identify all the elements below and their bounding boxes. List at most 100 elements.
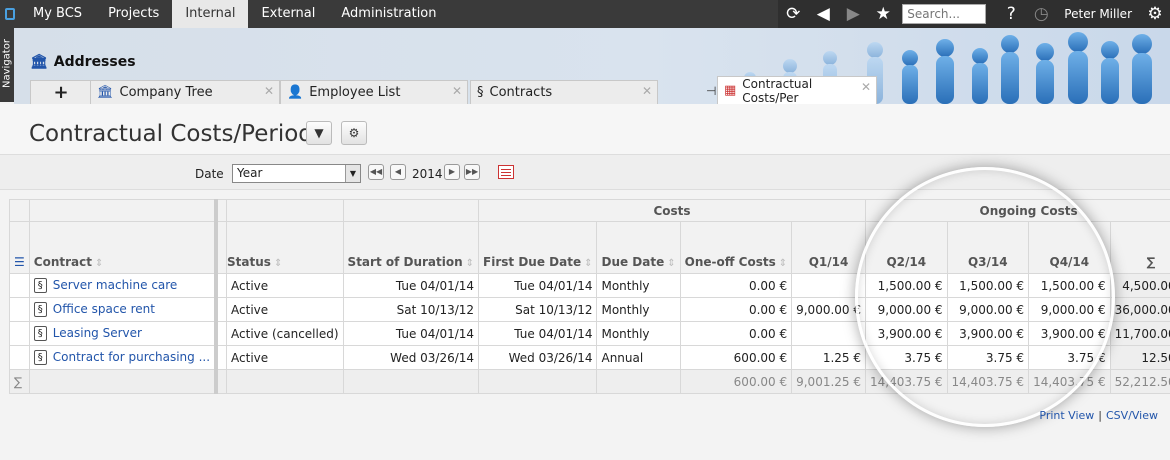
q1-cell bbox=[791, 273, 866, 298]
col-header-contract[interactable]: Contract ⇕ bbox=[28, 221, 216, 274]
col-header-q4[interactable]: Q4/14 bbox=[1028, 221, 1111, 274]
star-icon[interactable]: ★ bbox=[868, 4, 898, 24]
col-header-q3[interactable]: Q3/14 bbox=[946, 221, 1030, 274]
contract-link[interactable]: Contract for purchasing ... bbox=[53, 350, 210, 364]
report-icon: ▦ bbox=[724, 83, 737, 98]
q2-cell: 3,900.00 € bbox=[865, 321, 948, 346]
first-period-button[interactable]: ◀◀ bbox=[368, 164, 384, 180]
start-cell: Tue 04/01/14 bbox=[342, 273, 480, 298]
table-row[interactable]: § Contract for purchasing ... Active Wed … bbox=[9, 345, 1170, 370]
nav-my-bcs[interactable]: My BCS bbox=[20, 0, 95, 28]
building-icon: 🏛 bbox=[30, 54, 48, 70]
col-header-oneoff[interactable]: One-off Costs ⇕ bbox=[679, 221, 793, 274]
gear-icon[interactable]: ⚙ bbox=[1140, 4, 1170, 24]
col-header-q1[interactable]: Q1/14 bbox=[791, 221, 866, 274]
col-header-start[interactable]: Start of Duration ⇕ bbox=[342, 221, 480, 274]
footer-links: Print View | CSV/View bbox=[1039, 409, 1158, 422]
tab-bar: + 🏛 Company Tree ✕ 👤 Employee List ✕ § C… bbox=[14, 76, 1170, 105]
print-view-link[interactable]: Print View bbox=[1039, 409, 1094, 422]
contract-link[interactable]: Leasing Server bbox=[53, 326, 142, 340]
total-oneoff: 600.00 € bbox=[679, 369, 793, 394]
close-icon[interactable]: ✕ bbox=[452, 84, 462, 98]
contract-costs-table: Costs Ongoing Costs ☰ Contract ⇕ Status ⇕ … bbox=[9, 199, 1170, 394]
close-icon[interactable]: ✕ bbox=[861, 80, 871, 94]
status-cell: Active bbox=[226, 297, 344, 322]
q3-cell: 3,900.00 € bbox=[946, 321, 1030, 346]
q2-cell: 1,500.00 € bbox=[865, 273, 948, 298]
top-navigation-bar: My BCS Projects Internal External Admini… bbox=[0, 0, 1170, 28]
prev-period-button[interactable]: ◀ bbox=[390, 164, 406, 180]
nav-internal[interactable]: Internal bbox=[172, 0, 249, 28]
help-icon[interactable]: ? bbox=[996, 4, 1026, 24]
person-icon: 👤 bbox=[287, 85, 304, 100]
date-select[interactable]: Year ▼ bbox=[232, 164, 361, 183]
settings-button[interactable]: ⚙ bbox=[341, 121, 367, 145]
nav-external[interactable]: External bbox=[248, 0, 328, 28]
nav-administration[interactable]: Administration bbox=[328, 0, 449, 28]
filter-bar: Date Year ▼ ◀◀ ◀ 2014 ▶ ▶▶ bbox=[0, 154, 1170, 190]
column-chooser-icon[interactable]: ☰ bbox=[9, 221, 30, 274]
col-header-due[interactable]: Due Date ⇕ bbox=[596, 221, 681, 274]
q3-cell: 3.75 € bbox=[946, 345, 1030, 370]
contract-cell[interactable]: § Server machine care bbox=[28, 273, 216, 298]
csv-view-link[interactable]: CSV/View bbox=[1106, 409, 1158, 422]
contract-link[interactable]: Server machine care bbox=[53, 278, 178, 292]
sort-icon: ⇕ bbox=[465, 258, 475, 269]
col-header-first-due[interactable]: First Due Date ⇕ bbox=[478, 221, 598, 274]
oneoff-cell: 600.00 € bbox=[679, 345, 793, 370]
tab-label: Contracts bbox=[489, 85, 553, 100]
group-header-ongoing: Ongoing Costs bbox=[864, 199, 1170, 222]
navigator-toggle[interactable]: Navigator bbox=[0, 28, 14, 102]
q3-cell: 9,000.00 € bbox=[946, 297, 1030, 322]
dropdown-button[interactable]: ▼ bbox=[306, 121, 332, 145]
back-icon[interactable]: ◀ bbox=[808, 4, 838, 24]
close-icon[interactable]: ✕ bbox=[264, 84, 274, 98]
section-icon: § bbox=[33, 350, 47, 365]
q1-cell: 1.25 € bbox=[791, 345, 866, 370]
total-q3: 14,403.75 € bbox=[946, 369, 1030, 394]
calendar-icon[interactable] bbox=[498, 165, 514, 179]
section-icon: § bbox=[477, 85, 484, 100]
due-cell: Monthly bbox=[596, 321, 681, 346]
first-due-cell: Wed 03/26/14 bbox=[478, 345, 598, 370]
forward-icon[interactable]: ▶ bbox=[838, 4, 868, 24]
contract-cell[interactable]: § Leasing Server bbox=[28, 321, 216, 346]
due-cell: Monthly bbox=[596, 297, 681, 322]
col-header-q2[interactable]: Q2/14 bbox=[865, 221, 948, 274]
status-cell: Active bbox=[226, 273, 344, 298]
contract-cell[interactable]: § Contract for purchasing ... bbox=[28, 345, 216, 370]
footer-separator: | bbox=[1098, 409, 1102, 422]
table-row[interactable]: § Server machine care Active Tue 04/01/14… bbox=[9, 273, 1170, 298]
q4-cell: 3,900.00 € bbox=[1028, 321, 1111, 346]
last-period-button[interactable]: ▶▶ bbox=[464, 164, 480, 180]
tab-contractual-costs[interactable]: ▦ Contractual Costs/Per ✕ bbox=[717, 76, 877, 105]
add-tab-button[interactable]: + bbox=[30, 80, 92, 104]
start-cell: Wed 03/26/14 bbox=[342, 345, 480, 370]
table-row[interactable]: § Office space rent Active Sat 10/13/12 S… bbox=[9, 297, 1170, 322]
tab-company-tree[interactable]: 🏛 Company Tree ✕ bbox=[90, 80, 280, 104]
sort-icon: ⇕ bbox=[584, 258, 593, 269]
q2-cell: 9,000.00 € bbox=[865, 297, 948, 322]
q4-cell: 1,500.00 € bbox=[1028, 273, 1111, 298]
close-icon[interactable]: ✕ bbox=[642, 84, 652, 98]
col-header-sum[interactable]: ∑ bbox=[1109, 221, 1170, 274]
search-input[interactable] bbox=[902, 4, 987, 24]
col-header-status[interactable]: Status ⇕ bbox=[226, 221, 344, 274]
timer-icon[interactable]: ◷ bbox=[1026, 4, 1056, 24]
next-period-button[interactable]: ▶ bbox=[444, 164, 460, 180]
oneoff-cell: 0.00 € bbox=[679, 321, 793, 346]
refresh-icon[interactable]: ⟳ bbox=[778, 4, 808, 24]
tab-label: Employee List bbox=[309, 85, 401, 100]
section-icon: § bbox=[33, 326, 47, 341]
tab-contracts[interactable]: § Contracts ✕ bbox=[470, 80, 658, 104]
user-name[interactable]: Peter Miller bbox=[1056, 7, 1140, 21]
contract-link[interactable]: Office space rent bbox=[53, 302, 155, 316]
q2-cell: 3.75 € bbox=[865, 345, 948, 370]
app-logo-icon[interactable] bbox=[0, 0, 20, 28]
table-row[interactable]: § Leasing Server Active (cancelled) Tue 0… bbox=[9, 321, 1170, 346]
nav-projects[interactable]: Projects bbox=[95, 0, 172, 28]
page-title: Contractual Costs/Period bbox=[29, 121, 313, 147]
q1-cell: 9,000.00 € bbox=[791, 297, 866, 322]
tab-employee-list[interactable]: 👤 Employee List ✕ bbox=[280, 80, 468, 104]
contract-cell[interactable]: § Office space rent bbox=[28, 297, 216, 322]
